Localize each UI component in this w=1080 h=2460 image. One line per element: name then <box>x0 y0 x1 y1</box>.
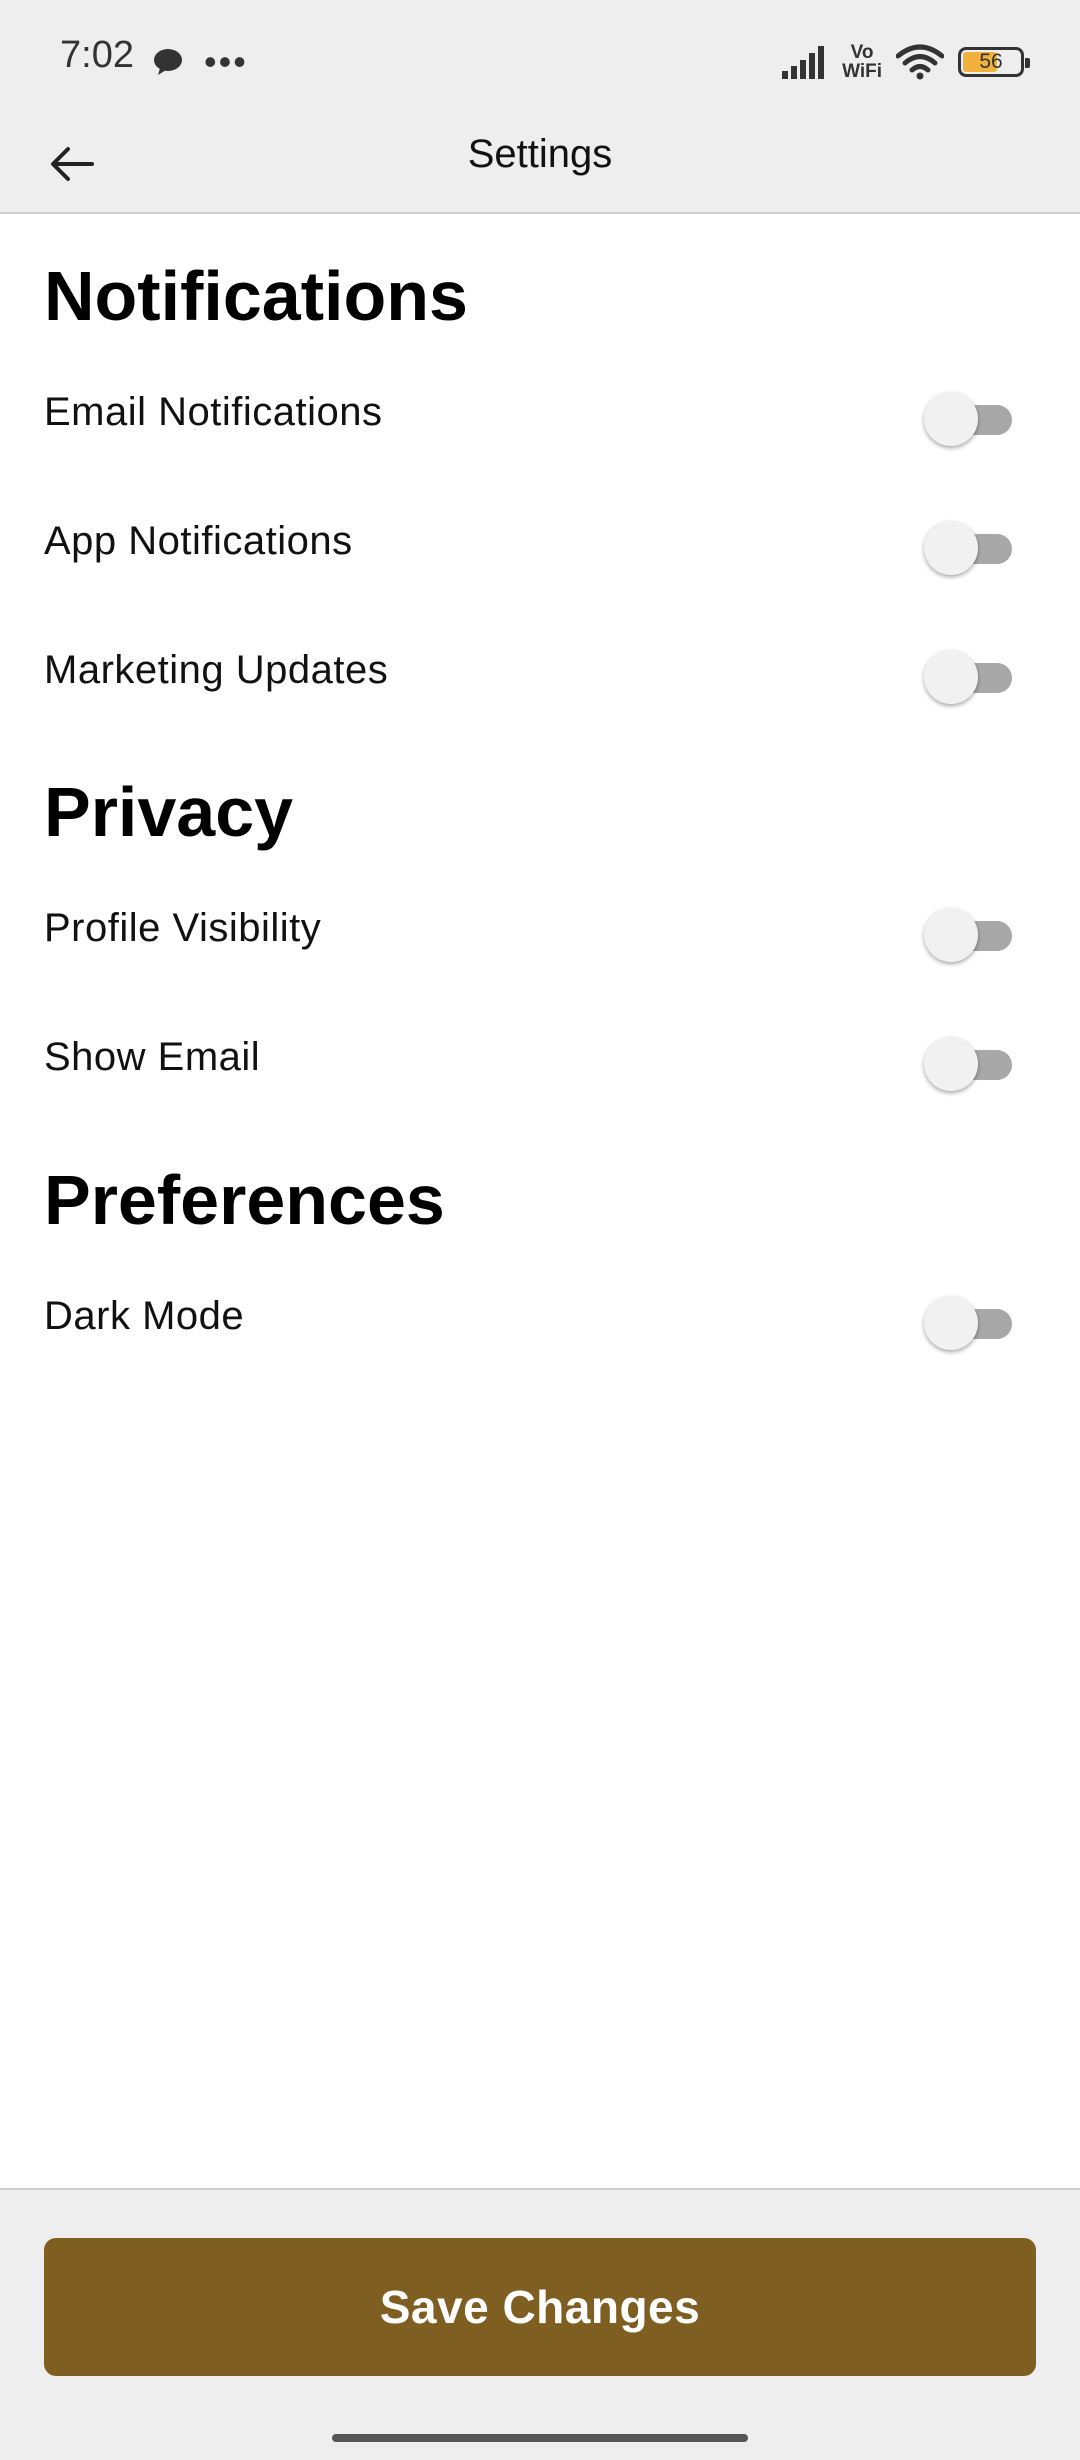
show-email-toggle[interactable] <box>924 1037 1014 1091</box>
save-changes-button[interactable]: Save Changes <box>44 2238 1036 2376</box>
toggle-thumb <box>924 650 978 704</box>
battery-level: 56 <box>979 50 1003 73</box>
wifi-icon <box>896 44 944 80</box>
bottom-action-bar: Save Changes <box>0 2188 1080 2460</box>
setting-row-dark-mode: Dark Mode <box>44 1276 1014 1356</box>
vowifi-indicator: Vo WiFi <box>842 43 882 81</box>
app-notifications-toggle[interactable] <box>924 521 1014 575</box>
setting-label: Profile Visibility <box>44 906 322 950</box>
email-notifications-toggle[interactable] <box>924 392 1014 446</box>
setting-label: Dark Mode <box>44 1294 245 1338</box>
toggle-thumb <box>924 1296 978 1350</box>
setting-row-marketing-updates: Marketing Updates <box>44 630 1014 710</box>
vowifi-top-label: Vo <box>850 42 874 63</box>
vowifi-bottom-label: WiFi <box>842 61 882 82</box>
signal-icon <box>782 46 825 79</box>
setting-row-app-notifications: App Notifications <box>44 501 1014 581</box>
setting-label: Marketing Updates <box>44 648 389 692</box>
toggle-thumb <box>924 521 978 575</box>
battery-tip <box>1025 58 1030 68</box>
dark-mode-toggle[interactable] <box>924 1296 1014 1350</box>
chat-icon <box>154 49 182 75</box>
page-title: Settings <box>467 132 613 176</box>
toggle-thumb <box>924 392 978 446</box>
status-bar: 7:02 ••• Vo WiFi 56 <box>0 0 1080 124</box>
section-title-notifications: Notifications <box>44 257 468 335</box>
app-bar: Settings <box>0 124 1080 214</box>
setting-row-email-notifications: Email Notifications <box>44 372 1014 452</box>
toggle-thumb <box>924 1037 978 1091</box>
status-icons: Vo WiFi 56 <box>782 40 1030 84</box>
setting-row-show-email: Show Email <box>44 1017 1014 1097</box>
setting-label: Email Notifications <box>44 390 383 434</box>
more-icon: ••• <box>204 41 248 82</box>
battery-icon: 56 <box>958 47 1030 77</box>
section-title-privacy: Privacy <box>44 773 294 851</box>
setting-label: Show Email <box>44 1035 261 1079</box>
home-indicator[interactable] <box>332 2434 748 2442</box>
toggle-thumb <box>924 908 978 962</box>
setting-row-profile-visibility: Profile Visibility <box>44 888 1014 968</box>
section-title-preferences: Preferences <box>44 1161 445 1239</box>
setting-label: App Notifications <box>44 519 353 563</box>
profile-visibility-toggle[interactable] <box>924 908 1014 962</box>
marketing-updates-toggle[interactable] <box>924 650 1014 704</box>
status-time: 7:02 <box>60 34 134 76</box>
